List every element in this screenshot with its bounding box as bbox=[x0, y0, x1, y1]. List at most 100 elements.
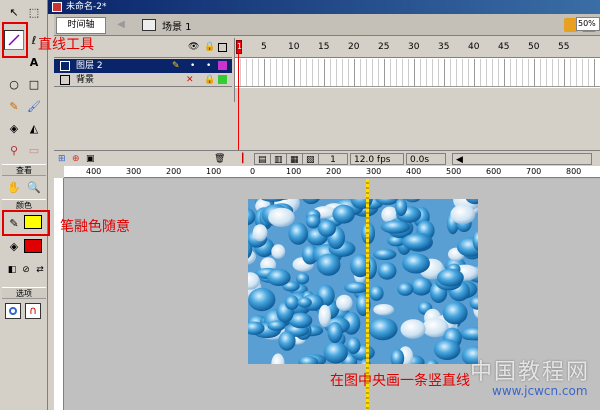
swap-colors-icon[interactable]: ⇄ bbox=[30, 260, 50, 280]
pencil-edit-icon: ✎ bbox=[172, 61, 180, 71]
brush-tool-icon[interactable]: 🖌 bbox=[24, 96, 44, 116]
zoom-tool-icon[interactable]: 🔍 bbox=[24, 177, 44, 197]
visible-dot[interactable]: • bbox=[190, 59, 195, 73]
zoom-select[interactable]: 50% bbox=[576, 17, 600, 31]
playhead-handle[interactable]: 1 bbox=[236, 40, 242, 54]
timeline-header: 时间轴 ◀ 场景 1 bbox=[54, 14, 600, 36]
magnet-icon[interactable]: ∩ bbox=[25, 303, 41, 319]
layer-row-background[interactable]: 背景 ✕ 🔒 bbox=[54, 73, 232, 87]
frame-ruler[interactable]: 5 10 15 20 25 30 35 40 45 50 55 bbox=[235, 38, 600, 58]
hand-tool-icon[interactable]: ✋ bbox=[4, 177, 24, 197]
edit-multiple-icon[interactable]: ▦ bbox=[286, 153, 303, 165]
pebble bbox=[410, 277, 433, 296]
pebble bbox=[268, 207, 295, 228]
ruler-number: 100 bbox=[206, 167, 222, 176]
pebble bbox=[248, 287, 276, 312]
snap-option-icon[interactable] bbox=[5, 303, 21, 319]
pebble bbox=[373, 304, 395, 316]
pebble bbox=[450, 204, 476, 225]
pebble bbox=[318, 219, 336, 237]
horizontal-ruler[interactable]: 400 300 200 100 0 100 200 300 400 500 60… bbox=[64, 166, 600, 178]
frame-number: 15 bbox=[318, 42, 330, 52]
pebble bbox=[305, 214, 321, 229]
layer-color-square[interactable] bbox=[218, 75, 227, 84]
elapsed-time: 0.0s bbox=[406, 153, 446, 165]
pebble bbox=[400, 319, 426, 339]
frame-number: 1 bbox=[237, 42, 243, 51]
stroke-color-swatch[interactable] bbox=[24, 215, 42, 229]
onion-skin-icon[interactable]: ▤ bbox=[254, 153, 271, 165]
frame-number: 45 bbox=[498, 42, 510, 52]
ruler-number: 800 bbox=[566, 167, 582, 176]
add-layer-icon[interactable]: ⊞ bbox=[58, 153, 66, 165]
eyedropper-icon[interactable]: ⚲ bbox=[4, 140, 24, 160]
ruler-number: 300 bbox=[366, 167, 382, 176]
pebbles-image[interactable] bbox=[248, 199, 478, 364]
section-view-label: 查看 bbox=[2, 164, 46, 176]
eye-icon[interactable]: 👁 bbox=[188, 42, 199, 52]
tab-timeline[interactable]: 时间轴 bbox=[56, 17, 106, 34]
lock-icon[interactable]: 🔒 bbox=[204, 42, 215, 52]
frames-area[interactable]: 5 10 15 20 25 30 35 40 45 50 55 1 bbox=[234, 38, 600, 174]
pebble bbox=[271, 244, 286, 259]
frame-row-background[interactable] bbox=[235, 73, 600, 87]
pebble bbox=[252, 224, 268, 242]
current-frame: 1 bbox=[318, 153, 348, 165]
lock-dot[interactable]: • bbox=[206, 59, 211, 73]
ink-bottle-icon[interactable]: ◈ bbox=[4, 118, 24, 138]
frame-number: 40 bbox=[468, 42, 480, 52]
eraser-icon[interactable]: ▭ bbox=[24, 140, 44, 160]
document-icon bbox=[52, 2, 62, 12]
annotation-stroke-color: 笔融色随意 bbox=[60, 219, 130, 235]
trash-icon[interactable]: 🗑 bbox=[214, 153, 225, 165]
ruler-number: 100 bbox=[286, 167, 302, 176]
pebble bbox=[368, 317, 398, 341]
frame-number: 55 bbox=[558, 42, 570, 52]
pebble bbox=[267, 320, 286, 331]
rectangle-tool-icon[interactable]: □ bbox=[24, 74, 44, 94]
text-tool-icon[interactable]: A bbox=[24, 52, 44, 72]
pebble bbox=[332, 204, 355, 224]
title-bar: 未命名-2* bbox=[48, 0, 600, 14]
hidden-x-icon[interactable]: ✕ bbox=[186, 73, 194, 87]
frame-number: 10 bbox=[288, 42, 300, 52]
pebble bbox=[318, 304, 331, 328]
timeline-panel: 时间轴 ◀ 场景 1 👁 🔒 图层 2 ✎ • • 背景 ✕ 🔒 5 10 15… bbox=[54, 14, 600, 174]
onion-outline-icon[interactable]: ▥ bbox=[270, 153, 287, 165]
back-arrow-icon[interactable]: ◀ bbox=[114, 18, 128, 32]
ruler-number: 600 bbox=[486, 167, 502, 176]
scene-icon bbox=[142, 19, 156, 31]
ruler-corner bbox=[54, 166, 64, 178]
fill-color-swatch[interactable] bbox=[24, 239, 42, 253]
ruler-number: 200 bbox=[326, 167, 342, 176]
pebble bbox=[336, 294, 353, 311]
frame-number: 50 bbox=[528, 42, 540, 52]
pebble bbox=[402, 253, 430, 274]
subselect-tool-icon[interactable]: ⬚ bbox=[24, 2, 44, 22]
frame-row-layer-2[interactable] bbox=[235, 59, 600, 73]
ruler-number: 0 bbox=[250, 167, 256, 176]
modify-markers-icon[interactable]: ▧ bbox=[302, 153, 319, 165]
vertical-ruler[interactable] bbox=[54, 178, 64, 410]
frame-rate[interactable]: 12.0 fps bbox=[350, 153, 404, 165]
center-frame-icon[interactable]: ┃ bbox=[240, 153, 245, 165]
layer-icon bbox=[60, 75, 70, 85]
pebble bbox=[373, 248, 397, 260]
ruler-number: 300 bbox=[126, 167, 142, 176]
pencil-tool-icon[interactable]: ✎ bbox=[4, 96, 24, 116]
arrow-tool-icon[interactable]: ↖ bbox=[4, 2, 24, 22]
watermark-url: www.jcwcn.com bbox=[492, 384, 588, 398]
add-folder-icon[interactable]: ▣ bbox=[86, 153, 95, 165]
pebble bbox=[433, 339, 461, 360]
timeline-scrollbar[interactable]: ◀ bbox=[452, 153, 592, 165]
pebble bbox=[284, 295, 299, 310]
layer-row-2[interactable]: 图层 2 ✎ • • bbox=[54, 59, 232, 73]
layer-color-square[interactable] bbox=[218, 61, 227, 70]
paint-bucket-icon[interactable]: ◭ bbox=[24, 118, 44, 138]
pebble bbox=[278, 331, 296, 351]
add-guide-layer-icon[interactable]: ⊕ bbox=[72, 153, 80, 165]
outline-icon[interactable] bbox=[218, 43, 227, 52]
pebble bbox=[369, 285, 384, 301]
oval-tool-icon[interactable]: ○ bbox=[4, 74, 24, 94]
lock-icon[interactable]: 🔒 bbox=[204, 73, 215, 87]
